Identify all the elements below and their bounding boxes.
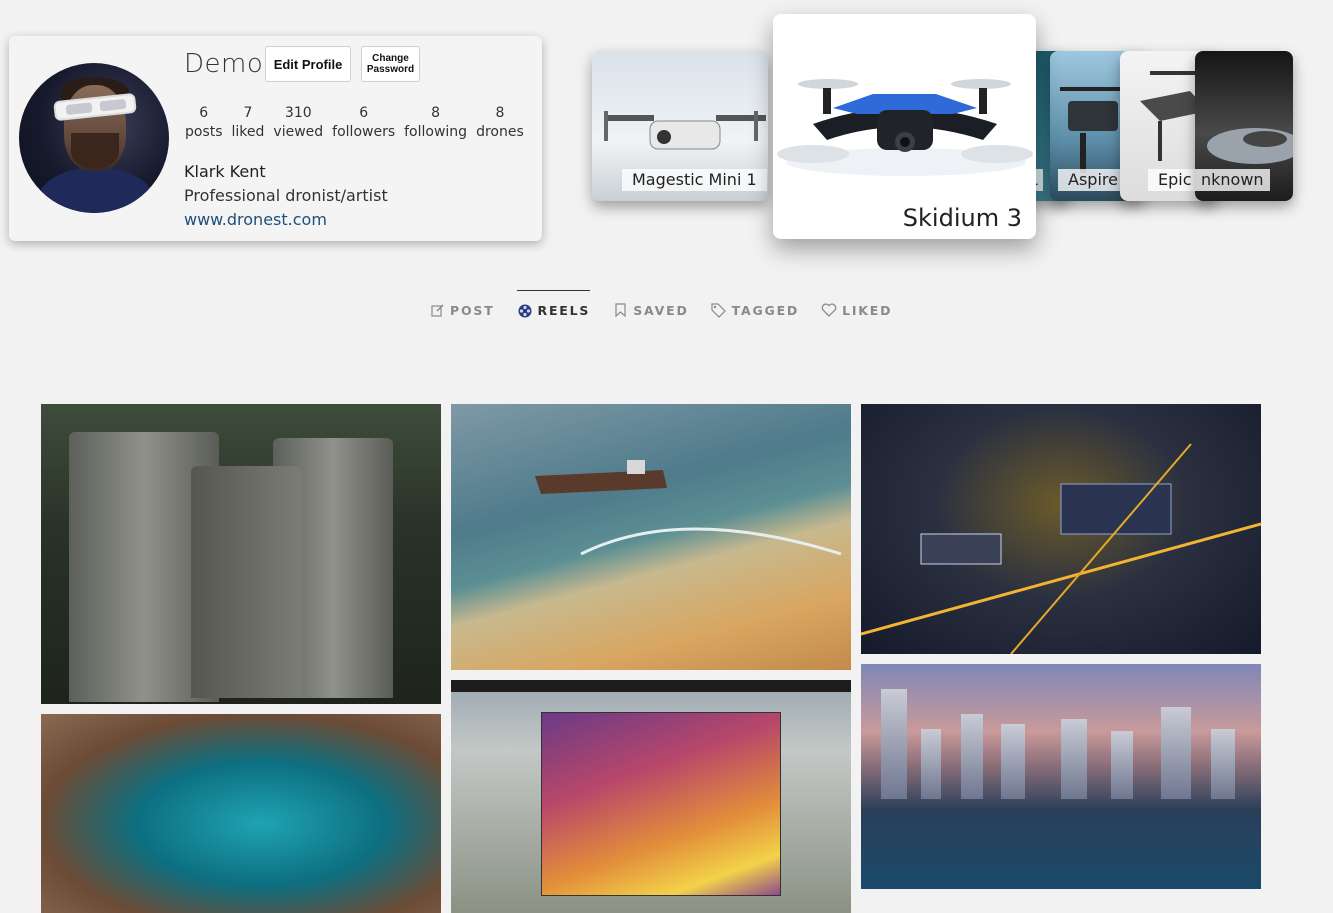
profile-stats: 6 posts 7 liked 310 viewed 6 followers 8… [185,104,533,142]
stat-value: 7 [243,105,253,121]
post-thumbnail-castle[interactable] [41,404,441,704]
drone-card-unknown[interactable]: nknown [1195,51,1293,201]
avatar-beard [71,133,119,169]
film-reel-icon [517,303,533,319]
stat-label: liked [231,124,265,140]
edit-profile-button[interactable]: Edit Profile [265,46,351,82]
bio: Professional dronist/artist [184,186,388,205]
drone-featured-label: Skidium 3 [902,204,1022,232]
castle-wall [191,466,301,698]
tab-label: POST [450,302,495,318]
avatar[interactable] [19,63,169,213]
heart-icon [821,302,837,318]
stat-label: following [404,124,468,140]
stat-liked[interactable]: 7 liked [232,104,265,142]
stat-followers[interactable]: 6 followers [332,104,395,142]
stat-viewed[interactable]: 310 viewed [273,104,323,142]
tab-reels[interactable]: REELS [516,290,591,330]
post-thumbnail-city-night[interactable] [861,404,1261,654]
tab-tagged[interactable]: TAGGED [711,290,799,330]
building [1211,729,1235,799]
tab-post[interactable]: POST [429,290,495,330]
profile-tabs: POST REELS SAVED TAGGED LIKED [429,290,914,330]
tab-label: LIKED [842,302,893,318]
profile-card: Demo Edit Profile Change Password 6 post… [9,36,542,241]
thermal-view [541,712,781,896]
post-thumbnail-beach-ship[interactable] [451,404,851,670]
website-link[interactable]: www.dronest.com [184,210,327,229]
bookmark-icon [612,302,628,318]
thermal-topbar [451,680,851,692]
username: Demo [184,49,264,79]
tab-label: REELS [537,303,591,318]
stat-label: posts [185,124,223,140]
tab-saved[interactable]: SAVED [612,290,688,330]
tag-icon [711,302,727,318]
drone-card-featured[interactable]: Skidium 3 [773,14,1036,239]
stat-label: viewed [273,124,324,140]
stat-following[interactable]: 8 following [404,104,467,142]
post-thumbnail-miami-skyline[interactable] [861,664,1261,889]
avatar-shirt [37,167,155,213]
stat-value: 310 [284,105,312,121]
building [1001,724,1025,799]
ship-graphic [535,460,842,556]
stat-value: 6 [359,105,369,121]
tab-liked[interactable]: LIKED [821,290,892,330]
edit-icon [429,302,445,318]
building [881,689,907,799]
change-password-button[interactable]: Change Password [361,46,420,82]
building [1061,719,1087,799]
stat-value: 8 [495,105,505,121]
tab-label: SAVED [633,302,689,318]
city-lights [861,443,1261,654]
tab-label: TAGGED [731,302,800,318]
drone-label: Magestic Mini 1 [622,169,767,191]
stat-label: drones [476,124,524,140]
building [961,714,983,799]
stat-value: 8 [431,105,441,121]
post-thumbnail-thermal[interactable] [451,680,851,913]
stat-drones[interactable]: 8 drones [476,104,524,142]
post-thumbnail-rocks-sea[interactable] [41,714,441,913]
stat-posts[interactable]: 6 posts [185,104,223,142]
drone-card-magestic-mini[interactable]: Magestic Mini 1 [592,51,768,201]
drone-label: nknown [1195,169,1270,191]
real-name: Klark Kent [184,162,266,181]
building [1161,707,1191,799]
stat-label: followers [332,124,396,140]
building [921,729,941,799]
building [1111,731,1133,799]
stat-value: 6 [199,105,209,121]
